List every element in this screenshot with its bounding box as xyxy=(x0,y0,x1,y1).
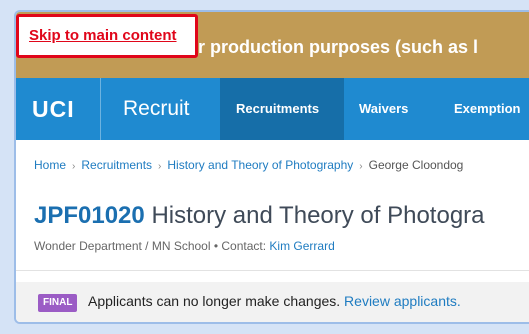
skip-link-box[interactable]: Skip to main content xyxy=(16,14,198,58)
recruitment-title: History and Theory of Photogra xyxy=(151,202,485,229)
page-title: JPF01020 History and Theory of Photogra xyxy=(34,202,485,230)
section-divider xyxy=(16,270,529,271)
review-applicants-link[interactable]: Review applicants. xyxy=(344,293,461,309)
tab-exemptions[interactable]: Exemption xyxy=(454,78,520,140)
status-badge: FINAL xyxy=(38,294,78,312)
status-message-text: Applicants can no longer make changes. xyxy=(88,293,345,309)
breadcrumb: Home › Recruitments › History and Theory of … xyxy=(34,158,463,172)
status-notice: FINAL Applicants can no longer make chan… xyxy=(16,282,529,322)
top-navbar: UCI Recruit Recruitments Waivers Exempti… xyxy=(16,78,529,140)
chevron-right-icon: › xyxy=(359,161,363,172)
tab-recruitments[interactable]: Recruitments xyxy=(220,78,344,140)
breadcrumb-current: George Cloondog xyxy=(368,158,464,172)
skip-to-main-content-link[interactable]: Skip to main content xyxy=(29,27,177,44)
chevron-right-icon: › xyxy=(72,161,76,172)
breadcrumb-recruitments[interactable]: Recruitments xyxy=(81,158,152,172)
recruitment-meta: Wonder Department / MN School • Contact:… xyxy=(34,239,335,253)
screenshot-frame: t use for production purposes (such as l… xyxy=(0,0,529,334)
recruitment-code: JPF01020 xyxy=(34,202,145,229)
app-name[interactable]: Recruit xyxy=(123,97,190,121)
breadcrumb-home[interactable]: Home xyxy=(34,158,66,172)
contact-link[interactable]: Kim Gerrard xyxy=(269,239,334,253)
uci-logo[interactable]: UCI xyxy=(32,96,75,123)
status-message: Applicants can no longer make changes. R… xyxy=(88,293,461,309)
breadcrumb-recruitment[interactable]: History and Theory of Photography xyxy=(167,158,353,172)
browser-window: t use for production purposes (such as l… xyxy=(14,10,529,324)
department-info: Wonder Department / MN School • Contact: xyxy=(34,239,270,253)
chevron-right-icon: › xyxy=(158,161,162,172)
tab-waivers[interactable]: Waivers xyxy=(359,78,408,140)
navbar-divider xyxy=(100,78,101,140)
